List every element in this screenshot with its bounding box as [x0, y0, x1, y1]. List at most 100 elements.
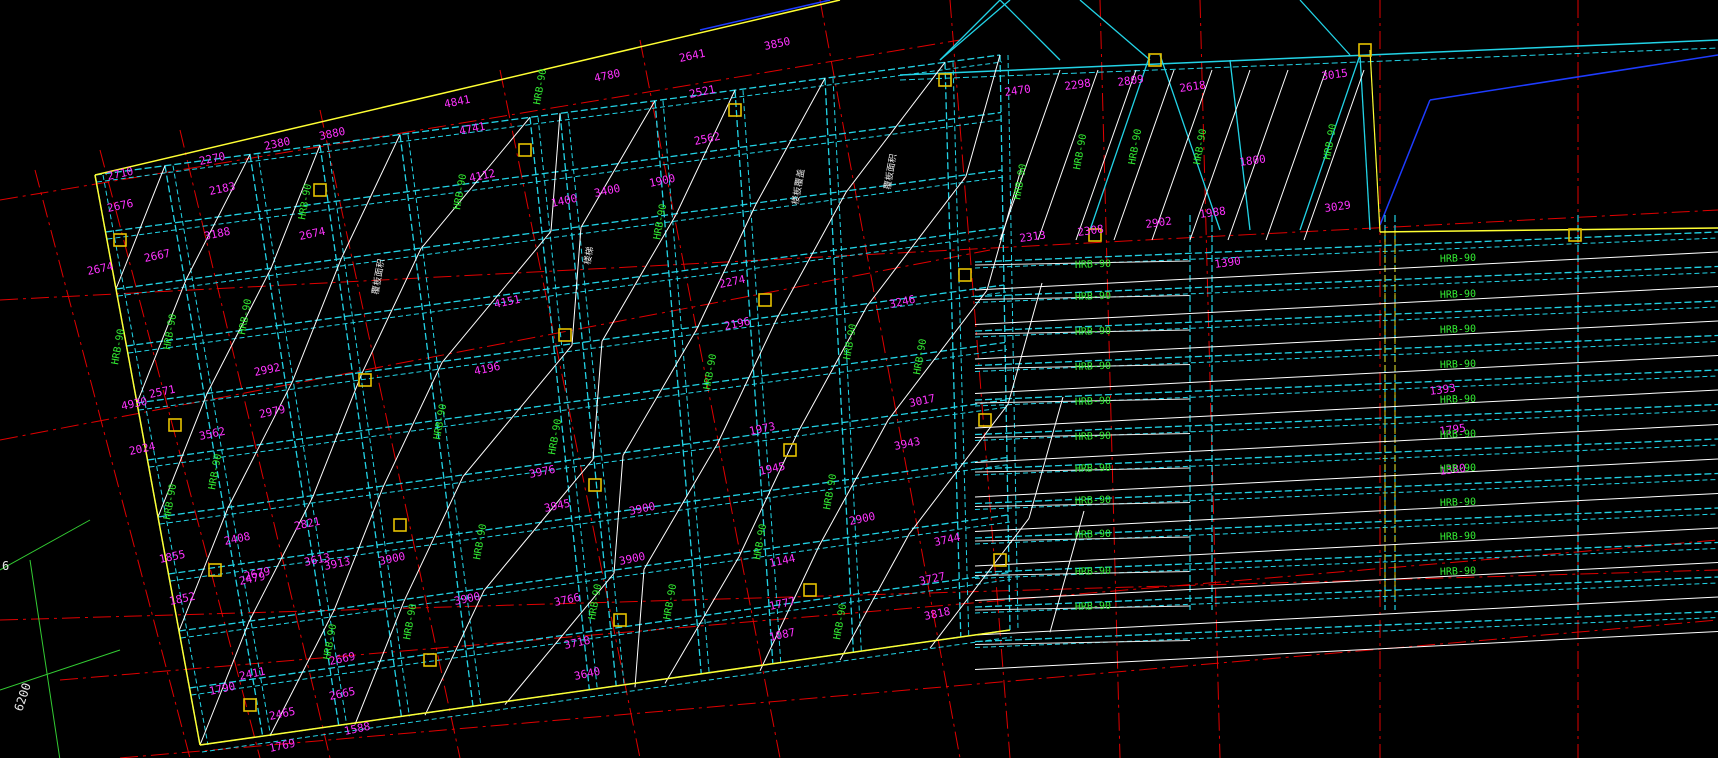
- plan-note: 覆板面积: [881, 153, 899, 191]
- dimension-text: 2024: [128, 440, 157, 458]
- panel-label: HRB-90: [1322, 123, 1339, 160]
- column-marker[interactable]: [728, 103, 742, 117]
- diagonal-brace: [1303, 69, 1365, 241]
- cad-drawing-viewport[interactable]: 2710 2676 2674 2667 3188 2270 2183 2380 3880 2571…: [0, 0, 1718, 758]
- dimension-text: 2821: [293, 515, 322, 533]
- panel-label: HRB-90: [1075, 259, 1111, 271]
- diagonal-brace: [580, 100, 656, 228]
- panel-label: HRB-90: [162, 483, 179, 520]
- column-marker[interactable]: [958, 268, 972, 282]
- blue-line: [1429, 54, 1718, 101]
- column-marker[interactable]: [978, 413, 992, 427]
- panel-label: HRB-90: [1440, 463, 1476, 475]
- dimension-text: 2809: [1117, 72, 1145, 89]
- plan-note: 覆板面积: [369, 258, 387, 296]
- diagonal-brace: [312, 372, 363, 497]
- diagonal-brace: [675, 89, 736, 215]
- dimension-text: 1945: [758, 460, 787, 478]
- panel-label: HRB-90: [842, 323, 859, 360]
- dimension-text: 3900: [378, 550, 407, 568]
- column-marker[interactable]: [393, 518, 407, 532]
- diagonal-brace: [887, 289, 988, 421]
- dimension-text: 2196: [723, 315, 752, 333]
- panel-label: HRB-90: [1440, 531, 1476, 543]
- panel-label: HRB-90: [1127, 128, 1144, 165]
- grid-axis-line: [499, 69, 641, 758]
- dimension-text: 2380: [263, 135, 292, 153]
- diagonal-brace: [354, 600, 405, 725]
- dimension-text: 4112: [468, 167, 497, 185]
- plan-outline: [1369, 49, 1381, 233]
- diagonal-brace: [634, 569, 645, 688]
- dimension-text: 1087: [768, 626, 797, 644]
- outline-layer: [94, 0, 1718, 746]
- dimension-text: 2313: [1019, 228, 1047, 245]
- panel-label: HRB-90: [752, 523, 769, 560]
- column-marker[interactable]: [758, 293, 772, 307]
- dimension-text: 2667: [143, 247, 172, 265]
- panel-label: HRB-90: [832, 603, 849, 640]
- truss-member: [1079, 0, 1151, 61]
- diagonal-brace: [965, 54, 1001, 177]
- dimension-text: 3900: [618, 550, 647, 568]
- note-text-layer: 覆板面积楼梯楼板覆盖 覆板面积: [369, 153, 899, 296]
- panel-label: HRB-90: [237, 298, 254, 335]
- beam-line: [327, 145, 410, 717]
- beam-line: [159, 406, 1009, 525]
- dimension-text: 4841: [443, 93, 472, 111]
- panel-label: HRB-90: [1440, 566, 1476, 578]
- diagonal-brace: [185, 154, 251, 280]
- dimension-text: 2992: [253, 361, 282, 379]
- column-marker[interactable]: [518, 143, 532, 157]
- column-marker[interactable]: [588, 478, 602, 492]
- panel-label: HRB-90: [1075, 326, 1111, 338]
- dimension-text: 3943: [893, 435, 922, 453]
- plan-outline: [1379, 227, 1718, 233]
- dimension-text: 3900: [628, 500, 657, 518]
- panel-label: HRB-90: [1075, 601, 1111, 613]
- dimension-text: 2979: [258, 403, 287, 421]
- dimension-text: 2710: [106, 165, 135, 183]
- column-marker[interactable]: [803, 583, 817, 597]
- dimension-text: 2665: [328, 685, 357, 703]
- beam-line: [824, 78, 855, 653]
- truss-member: [1299, 0, 1351, 56]
- plan-outline: [94, 0, 841, 176]
- grid-axis-line: [1099, 0, 1121, 758]
- dimension-text: 3246: [888, 293, 917, 311]
- dimension-text: 3880: [318, 125, 347, 143]
- dimension-text: 3718: [563, 634, 592, 652]
- column-marker[interactable]: [1568, 228, 1582, 242]
- green-axis-line: [0, 649, 121, 691]
- panel-label: HRB-90: [1440, 394, 1476, 406]
- dimension-text: 1769: [268, 737, 297, 755]
- diagonal-brace: [382, 362, 443, 488]
- top-chord: [899, 39, 1718, 76]
- dimension-text: 1988: [1199, 204, 1227, 221]
- beam-line: [172, 165, 272, 737]
- column-marker[interactable]: [423, 653, 437, 667]
- dimension-text: 1790: [208, 680, 237, 698]
- diagonal-brace: [839, 533, 910, 661]
- dimension-text: 1144: [768, 552, 797, 570]
- beam-line: [974, 617, 1718, 648]
- column-marker[interactable]: [613, 613, 627, 627]
- dimension-text: 1390: [1214, 254, 1242, 271]
- dimension-text: 2674: [298, 225, 327, 243]
- dimension-text: 2465: [268, 705, 297, 723]
- column-marker[interactable]: [313, 183, 327, 197]
- dimension-text: 2470: [1004, 82, 1032, 99]
- beam-line: [136, 284, 1005, 404]
- dimension-text: 2674: [86, 260, 115, 278]
- beam-line: [128, 234, 1006, 354]
- dimension-text: 3850: [763, 35, 792, 53]
- panel-label: HRB-90: [1192, 128, 1209, 165]
- panel-label: HRB-90: [297, 183, 314, 220]
- dimension-text: 2562: [693, 130, 722, 148]
- panel-label: HRB-90: [1440, 253, 1476, 265]
- dimension-text: 3727: [918, 570, 947, 588]
- dimension-text: 1900: [648, 172, 677, 190]
- floor-plan-canvas[interactable]: 2710267626742667318822702183238038802571…: [0, 0, 1718, 758]
- truss-member: [1359, 54, 1371, 231]
- dimension-text: 3640: [573, 665, 602, 683]
